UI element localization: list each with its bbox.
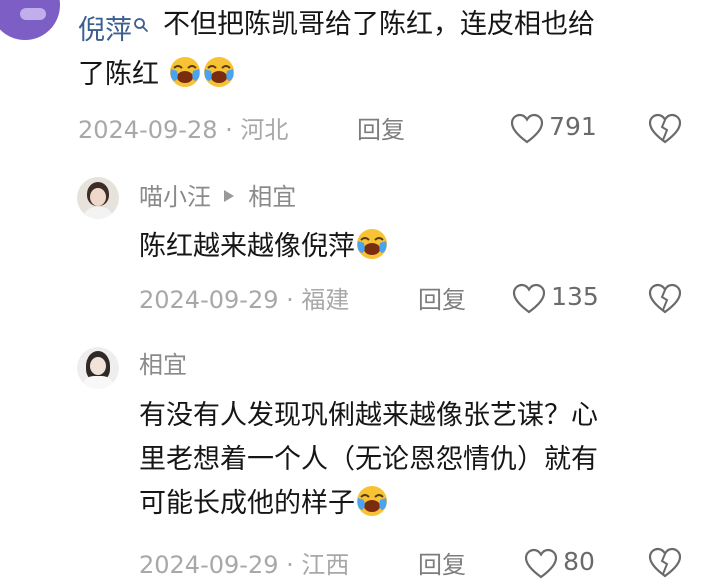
reply-text-line-with-emoji: 可能长成他的样子 bbox=[139, 482, 598, 526]
reply-text-line: 有没有人发现巩俐越来越像张艺谋？心 bbox=[139, 400, 598, 431]
like-count: 135 bbox=[551, 282, 599, 311]
heart-icon bbox=[512, 283, 546, 319]
reply-date-location: 2024-09-29 · 福建 bbox=[139, 286, 350, 314]
like-count: 791 bbox=[549, 112, 597, 141]
reply-to-author[interactable]: 相宜 bbox=[248, 183, 296, 211]
dislike-button[interactable] bbox=[648, 283, 682, 319]
heart-icon bbox=[510, 113, 544, 149]
reply-date-location: 2024-09-29 · 江西 bbox=[139, 551, 350, 579]
author-name[interactable]: 倪萍 bbox=[78, 15, 132, 46]
broken-heart-icon bbox=[648, 547, 682, 583]
like-button[interactable]: 80 bbox=[524, 547, 595, 584]
reply-text-line: 里老想着一个人（无论恩怨情仇）就有 bbox=[139, 444, 598, 475]
like-button[interactable]: 135 bbox=[512, 282, 599, 319]
reply-header: 喵小汪 相宜 bbox=[139, 180, 296, 212]
dislike-button[interactable] bbox=[648, 113, 682, 149]
reply-author[interactable]: 喵小汪 bbox=[139, 183, 211, 211]
cry-laugh-emoji-icon bbox=[355, 227, 389, 261]
search-icon[interactable] bbox=[133, 8, 149, 32]
like-count: 80 bbox=[563, 547, 595, 576]
reply-author[interactable]: 相宜 bbox=[139, 350, 187, 380]
cry-laugh-emoji-icon bbox=[355, 484, 389, 518]
reply-text-line: 可能长成他的样子 bbox=[139, 488, 355, 519]
broken-heart-icon bbox=[648, 283, 682, 319]
reply-arrow-icon bbox=[223, 180, 235, 210]
cry-laugh-emoji-icon bbox=[168, 55, 202, 89]
reply-button[interactable]: 回复 bbox=[418, 550, 466, 580]
like-button[interactable]: 791 bbox=[510, 112, 597, 149]
reply-button[interactable]: 回复 bbox=[418, 285, 466, 315]
dislike-button[interactable] bbox=[648, 547, 682, 583]
comment-text-line: 不但把陈凯哥给了陈红，连皮相也给 bbox=[163, 9, 595, 40]
comment-text-line: 了陈红 bbox=[78, 59, 159, 90]
cry-laugh-emoji-icon bbox=[202, 55, 236, 89]
comment-text: 了陈红 bbox=[78, 53, 236, 97]
reply-text: 有没有人发现巩俐越来越像张艺谋？心 里老想着一个人（无论恩怨情仇）就有 可能长成… bbox=[139, 394, 598, 526]
comment-text: 不但把陈凯哥给了陈红，连皮相也给 bbox=[163, 3, 595, 47]
broken-heart-icon bbox=[648, 113, 682, 149]
avatar[interactable] bbox=[0, 0, 60, 40]
comment-author[interactable]: 倪萍 bbox=[78, 8, 149, 48]
heart-icon bbox=[524, 548, 558, 584]
avatar[interactable] bbox=[77, 347, 119, 389]
reply-text-line: 陈红越来越像倪萍 bbox=[139, 231, 355, 262]
reply-button[interactable]: 回复 bbox=[357, 115, 405, 145]
avatar[interactable] bbox=[77, 177, 119, 219]
comment-date-location: 2024-09-28 · 河北 bbox=[78, 116, 289, 144]
reply-text: 陈红越来越像倪萍 bbox=[139, 225, 389, 269]
